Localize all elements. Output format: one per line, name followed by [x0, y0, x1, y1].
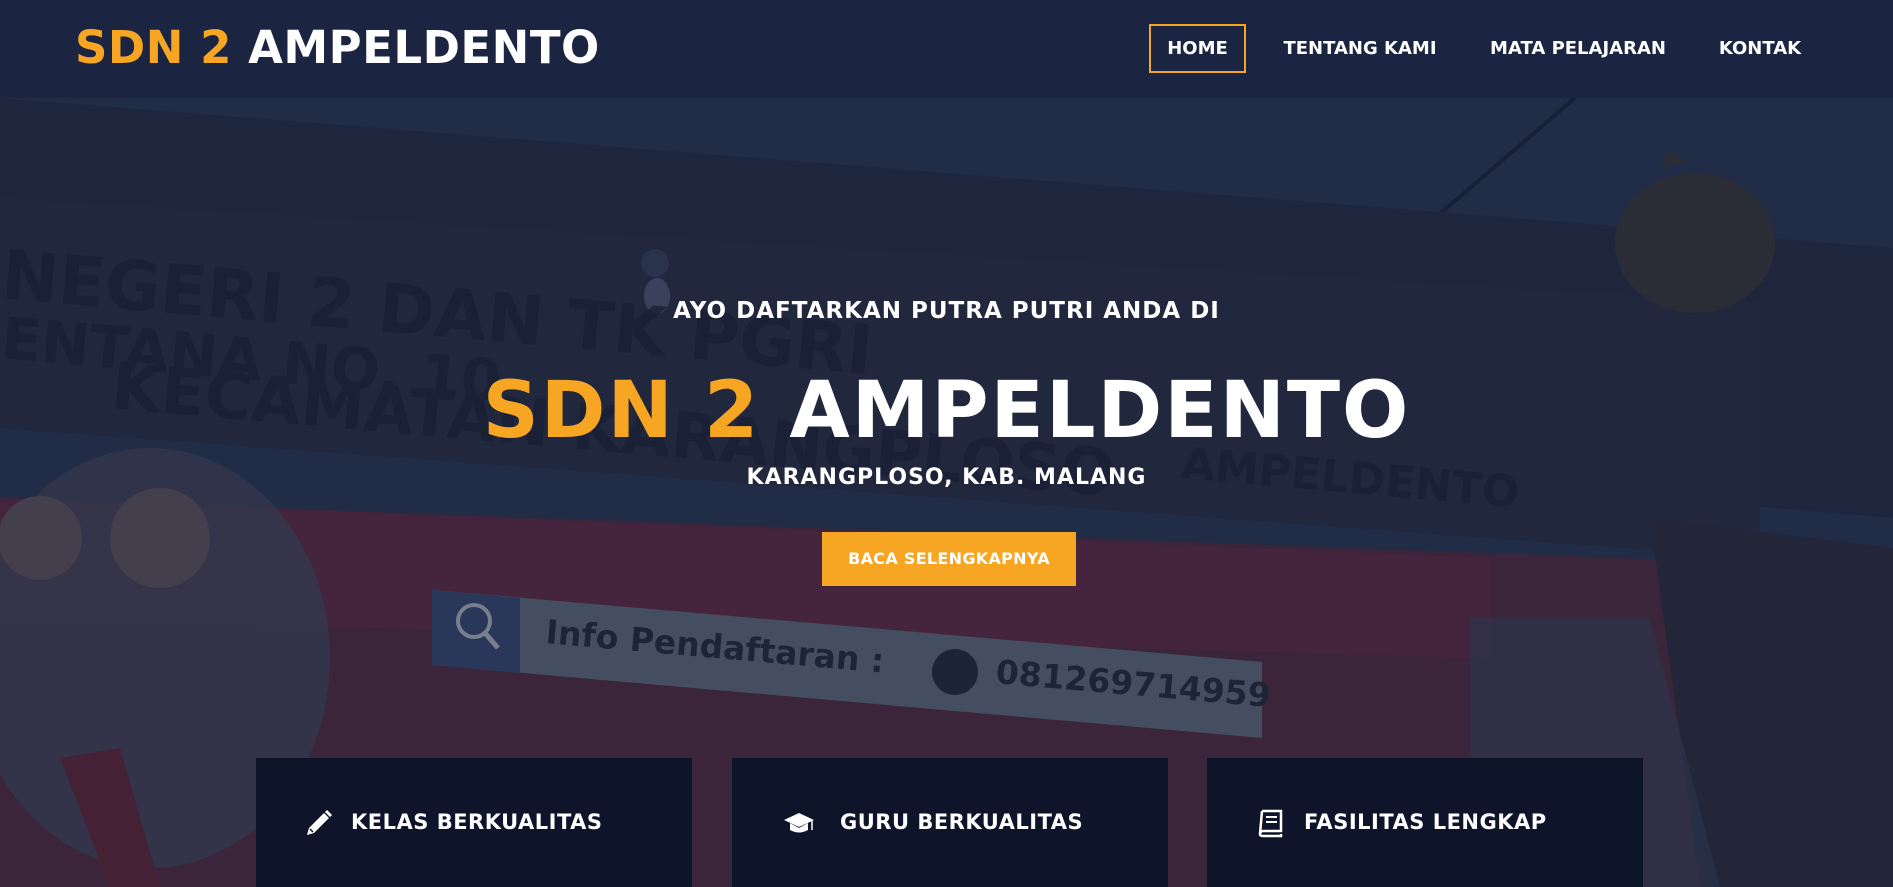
pencil-icon: [307, 810, 332, 835]
hero-title-accent: SDN 2: [482, 366, 761, 456]
brand-accent: SDN 2: [75, 21, 232, 74]
hero-subtitle: AYO DAFTARKAN PUTRA PUTRI ANDA DI: [673, 298, 1220, 324]
nav-mata-pelajaran[interactable]: MATA PELAJARAN: [1487, 24, 1669, 73]
feature-label: GURU BERKUALITAS: [840, 810, 1084, 834]
feature-card-fasilitas[interactable]: FASILITAS LENGKAP: [1207, 758, 1643, 887]
nav-kontak[interactable]: KONTAK: [1717, 24, 1803, 73]
nav-tentang-kami[interactable]: TENTANG KAMI: [1280, 24, 1440, 73]
brand-name: AMPELDENTO: [248, 21, 600, 74]
nav-home[interactable]: HOME: [1149, 24, 1246, 73]
hero-section: NEGERI 2 DAN TK PGRI ENTANA NO. 10 KECAM…: [0, 98, 1893, 887]
navbar: SDN 2 AMPELDENTO HOME TENTANG KAMI MATA …: [0, 0, 1893, 98]
book-icon: [1258, 809, 1283, 838]
hero-title-main: AMPELDENTO: [789, 366, 1411, 456]
read-more-button[interactable]: BACA SELENGKAPNYA: [822, 532, 1076, 586]
feature-card-kelas[interactable]: KELAS BERKUALITAS: [256, 758, 692, 887]
feature-label: KELAS BERKUALITAS: [351, 810, 603, 834]
hero-location: KARANGPLOSO, KAB. MALANG: [746, 465, 1147, 490]
hero-title: SDN 2 AMPELDENTO: [0, 366, 1893, 456]
feature-label: FASILITAS LENGKAP: [1304, 810, 1547, 834]
brand-logo[interactable]: SDN 2 AMPELDENTO: [75, 20, 600, 76]
graduation-cap-icon: [784, 813, 814, 833]
feature-card-guru[interactable]: GURU BERKUALITAS: [732, 758, 1168, 887]
